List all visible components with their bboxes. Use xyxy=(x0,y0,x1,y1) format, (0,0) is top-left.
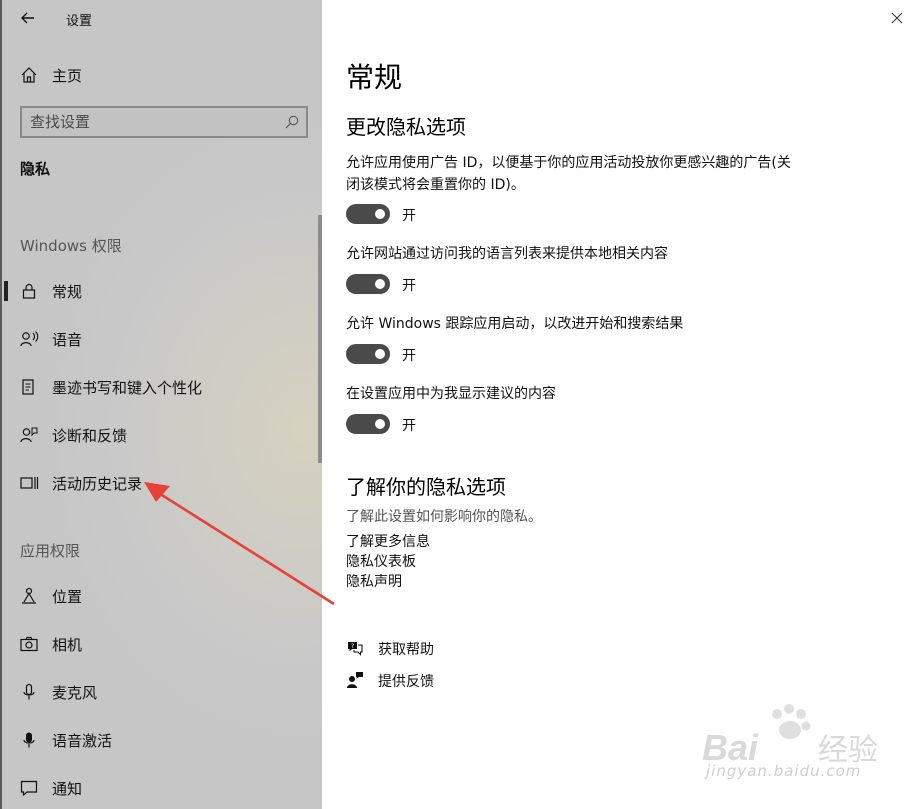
title-bar: 设置 xyxy=(2,0,322,36)
sidebar-item-home[interactable]: 主页 xyxy=(2,58,322,92)
page-title: 常规 xyxy=(346,61,403,94)
sidebar-item-label: 位置 xyxy=(52,588,83,606)
toggle-state-label: 开 xyxy=(402,208,416,224)
sidebar-item-inking-typing[interactable]: 墨迹书写和键入个性化 xyxy=(2,367,322,407)
sidebar-item-label: 通知 xyxy=(52,780,83,798)
sidebar-item-label: 活动历史记录 xyxy=(52,475,143,493)
sidebar-item-label: 诊断和反馈 xyxy=(52,427,128,445)
setting-description-suggested-content: 在设置应用中为我显示建议的内容 xyxy=(346,386,556,402)
voice-activation-icon xyxy=(23,732,35,748)
location-icon xyxy=(22,587,36,604)
sidebar-item-location[interactable]: 位置 xyxy=(2,576,322,616)
help-chat-icon: ? xyxy=(348,642,363,656)
toggle-suggested-content[interactable] xyxy=(346,414,390,434)
sidebar-item-speech[interactable]: 语音 xyxy=(2,319,322,359)
learn-heading: 了解你的隐私选项 xyxy=(346,475,506,499)
sidebar-item-label: 主页 xyxy=(52,67,83,85)
sidebar-item-general[interactable]: 常规 xyxy=(2,271,322,311)
search-icon[interactable] xyxy=(284,114,300,130)
toggle-advertising-id[interactable] xyxy=(346,204,390,224)
sidebar-item-label: 常规 xyxy=(52,283,83,301)
toggle-state-label: 开 xyxy=(402,418,416,434)
toggle-state-label: 开 xyxy=(402,348,416,364)
sidebar-item-label: 语音 xyxy=(52,331,83,349)
watermark-url: jingyan.baidu.com xyxy=(706,762,862,780)
lock-icon xyxy=(22,283,36,299)
notification-icon xyxy=(20,780,38,797)
group-header-app-permissions: 应用权限 xyxy=(20,542,81,560)
link-privacy-dashboard[interactable]: 隐私仪表板 xyxy=(346,551,416,571)
get-help-label: 获取帮助 xyxy=(378,642,434,658)
group-header-windows-permissions: Windows 权限 xyxy=(20,237,122,255)
camera-icon xyxy=(20,636,38,652)
toggle-language-list[interactable] xyxy=(346,274,390,294)
window-title: 设置 xyxy=(66,14,93,29)
setting-description-advertising-id: 允许应用使用广告 ID，以便基于你的应用活动投放你更感兴趣的广告(关闭该模式将会… xyxy=(346,155,791,193)
toggle-knob xyxy=(375,349,385,359)
speech-icon xyxy=(20,331,39,347)
sidebar-item-label: 麦克风 xyxy=(52,684,98,702)
back-arrow-icon[interactable] xyxy=(18,8,38,28)
link-learn-more[interactable]: 了解更多信息 xyxy=(346,531,430,551)
sidebar-item-notifications[interactable]: 通知 xyxy=(2,768,322,808)
sidebar-item-activity-history[interactable]: 活动历史记录 xyxy=(2,463,322,503)
main-content: 常规 更改隐私选项 允许应用使用广告 ID，以便基于你的应用活动投放你更感兴趣的… xyxy=(322,0,917,809)
toggle-state-label: 开 xyxy=(402,278,416,294)
setting-description-language-list: 允许网站通过访问我的语言列表来提供本地相关内容 xyxy=(346,246,668,262)
feedback-icon xyxy=(347,672,363,688)
search-input[interactable] xyxy=(30,112,270,132)
toggle-knob xyxy=(375,209,385,219)
close-icon[interactable] xyxy=(891,12,903,24)
give-feedback-label: 提供反馈 xyxy=(378,674,434,690)
setting-description-app-launch-tracking: 允许 Windows 跟踪应用启动，以改进开始和搜索结果 xyxy=(346,316,684,332)
sidebar-item-label: 相机 xyxy=(52,636,83,654)
activity-history-icon xyxy=(20,477,39,489)
sidebar: 设置 主页 隐私 Windows 权限 常规 语音 xyxy=(0,0,322,809)
sidebar-item-microphone[interactable]: 麦克风 xyxy=(2,672,322,712)
diagnostics-icon xyxy=(20,427,38,443)
selected-indicator xyxy=(4,281,8,301)
sidebar-item-voice-activation[interactable]: 语音激活 xyxy=(2,720,322,760)
toggle-knob xyxy=(375,279,385,289)
get-help-link[interactable]: ? 获取帮助 xyxy=(346,638,546,660)
give-feedback-link[interactable]: 提供反馈 xyxy=(346,670,546,692)
link-privacy-statement[interactable]: 隐私声明 xyxy=(346,571,402,591)
svg-text:?: ? xyxy=(351,643,354,650)
toggle-app-launch-tracking[interactable] xyxy=(346,344,390,364)
search-box[interactable] xyxy=(20,106,308,138)
microphone-icon xyxy=(23,683,35,700)
sidebar-item-diagnostics[interactable]: 诊断和反馈 xyxy=(2,415,322,455)
learn-description: 了解此设置如何影响你的隐私。 xyxy=(346,509,542,525)
toggle-knob xyxy=(375,419,385,429)
section-title: 隐私 xyxy=(20,160,51,178)
sidebar-item-label: 语音激活 xyxy=(52,732,113,750)
home-icon xyxy=(21,67,37,83)
ink-icon xyxy=(22,379,34,395)
sidebar-item-label: 墨迹书写和键入个性化 xyxy=(52,379,203,397)
section-subtitle: 更改隐私选项 xyxy=(346,115,466,139)
sidebar-item-camera[interactable]: 相机 xyxy=(2,624,322,664)
